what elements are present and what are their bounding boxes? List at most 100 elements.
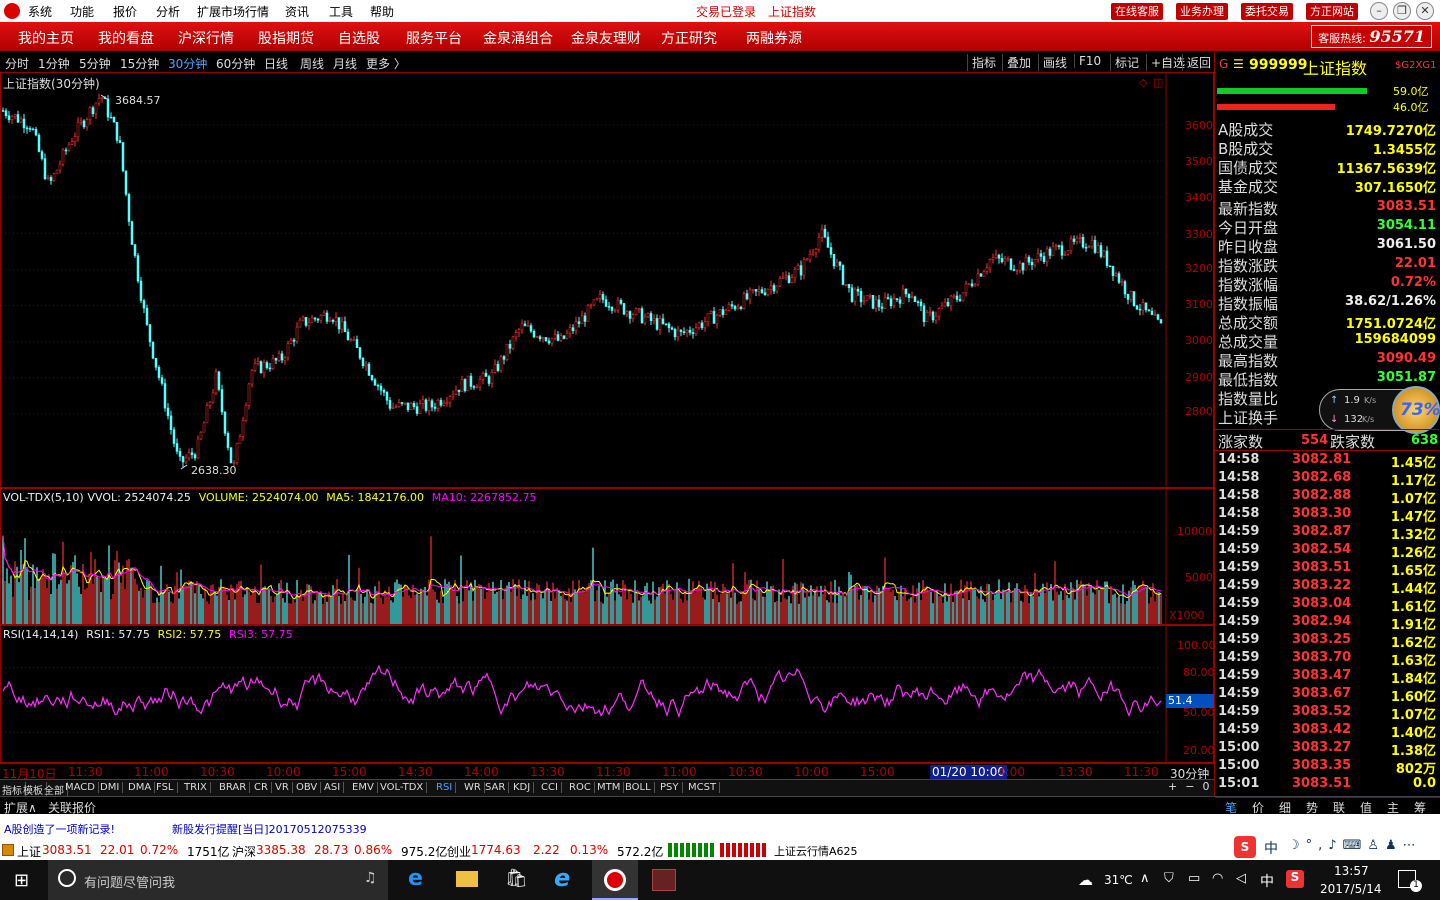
tick-row[interactable]: 14:58 3082.68 1.17亿 [1218,470,1438,489]
clock-time[interactable]: 13:57 [1334,864,1369,878]
indicator-tab[interactable]: DMI [100,782,124,793]
period-15min[interactable]: 15分钟 [120,55,159,72]
menu-tools[interactable]: 工具 [329,3,353,20]
nav-watchlist[interactable]: 自选股 [338,28,380,48]
indicator-tab[interactable]: VOL-TDX [380,782,428,793]
tray-expand-icon[interactable]: ∧ [1140,871,1150,886]
indicator-tab[interactable]: WR [464,782,485,793]
indicator-tab[interactable]: MCST [688,782,721,793]
net-speed-widget[interactable]: ↑ 1.9 K/s ↓ 132 K/s 73% [1319,386,1440,434]
indicator-tab[interactable]: VR [275,782,293,793]
indicator-tab[interactable]: KDJ [513,782,535,793]
period-tick[interactable]: 分时 [5,55,29,72]
tick-row[interactable]: 14:59 3082.94 1.91亿 [1218,614,1438,633]
sogou-tray-icon[interactable]: S [1286,870,1304,888]
tool-overlay[interactable]: 叠加 [1002,54,1031,71]
tick-row[interactable]: 14:59 3082.54 1.26亿 [1218,542,1438,561]
zoom-in-button[interactable]: + [1168,780,1177,793]
period-5min[interactable]: 5分钟 [79,55,111,72]
tick-row[interactable]: 14:59 3083.25 1.62亿 [1218,632,1438,651]
nav-portfolio[interactable]: 金泉涌组合 [483,28,553,48]
menu-help[interactable]: 帮助 [370,3,394,20]
indicator-tab[interactable]: MTM [597,782,625,793]
menu-function[interactable]: 功能 [70,3,94,20]
ime-lang[interactable]: 中 [1264,838,1278,858]
store-icon[interactable]: 🛍 [505,868,528,889]
app-window-icon[interactable] [652,869,676,891]
indicator-tab[interactable]: TRIX [184,782,211,793]
weather-icon[interactable]: ☁ [1078,871,1093,889]
period-daily[interactable]: 日线 [264,55,288,72]
menu-icon[interactable]: ☰ [1233,57,1244,71]
menu-news[interactable]: 资讯 [285,3,309,20]
tool-indicator[interactable]: 指标 [967,54,996,71]
tick-row[interactable]: 14:58 3083.30 1.47亿 [1218,506,1438,525]
menu-extended-market[interactable]: 扩展市场行情 [197,3,269,20]
tick-row[interactable]: 14:59 3083.70 1.63亿 [1218,650,1438,669]
security-header[interactable]: G ☰ 999999 上证指数 $G2XG1 [1217,54,1439,78]
indicator-tab[interactable]: SAR [485,782,510,793]
indicator-tab[interactable]: BRAR [219,782,251,793]
tool-mark[interactable]: 标记 [1110,54,1139,71]
ime-tools-icons[interactable]: ☽°,♪⌨♙♟⋯ [1288,838,1422,853]
indicator-tab[interactable]: MACD [65,782,99,793]
nav-watch[interactable]: 我的看盘 [98,28,154,48]
sogou-icon[interactable]: S [1234,836,1256,858]
menu-analysis[interactable]: 分析 [156,3,180,20]
volume-icon[interactable]: ◁ [1236,871,1246,886]
tick-row[interactable]: 14:59 3083.42 1.40亿 [1218,722,1438,741]
tick-row[interactable]: 14:59 3083.47 1.84亿 [1218,668,1438,687]
shield-icon[interactable]: ⛉ [1164,871,1174,886]
indicator-tab[interactable]: ASI [324,782,345,793]
tick-row[interactable]: 14:59 3083.22 1.44亿 [1218,578,1438,597]
tool-back[interactable]: 返回 [1182,54,1211,71]
hotline-badge[interactable]: 客服热线: 95571 [1311,25,1432,48]
news-left[interactable]: A股创造了一项新记录! [4,821,115,837]
tool-draw[interactable]: 画线 [1038,54,1067,71]
wifi-icon[interactable]: ◠ [1212,871,1223,886]
tick-row[interactable]: 14:59 3083.52 1.07亿 [1218,704,1438,723]
news-right[interactable]: 新股发行提醒[当日]20170512075339 [172,821,367,837]
tick-row[interactable]: 15:00 3083.27 1.38亿 [1218,740,1438,759]
indicator-tab[interactable]: FSL [156,782,178,793]
tick-row[interactable]: 15:01 3083.51 0.0 [1218,776,1438,794]
close-icon[interactable]: ✕ [1416,2,1434,20]
period-monthly[interactable]: 月线 [333,55,357,72]
indicator-tab[interactable]: BOLL [625,782,655,793]
tool-f10[interactable]: F10 [1074,54,1101,68]
ie-icon[interactable]: e [554,864,570,892]
network-icon[interactable]: ▭ [1188,871,1200,886]
file-explorer-icon[interactable] [456,871,478,887]
indicator-tab[interactable]: EMV [352,782,378,793]
tick-row[interactable]: 14:58 3082.88 1.07亿 [1218,488,1438,507]
nav-margin[interactable]: 两融券源 [746,28,802,48]
period-more[interactable]: 更多 〉 [366,55,406,72]
minimize-icon[interactable]: – [1370,2,1388,20]
clock-date[interactable]: 2017/5/14 [1320,882,1382,896]
rsi-panel[interactable]: RSI(14,14,14) RSI1: 57.75 RSI2: 57.75 RS… [0,625,1216,763]
nav-service[interactable]: 服务平台 [406,28,462,48]
indicator-tab[interactable]: ROC [569,782,595,793]
input-lang[interactable]: 中 [1260,871,1274,891]
nav-futures[interactable]: 股指期货 [258,28,314,48]
trade-button[interactable]: 委托交易 [1241,3,1293,20]
tick-row[interactable]: 14:58 3082.81 1.45亿 [1218,452,1438,471]
indicator-tab[interactable]: OBV [296,782,322,793]
restore-icon[interactable]: ❐ [1393,2,1411,20]
period-30min[interactable]: 30分钟 [168,55,207,72]
period-weekly[interactable]: 周线 [300,55,324,72]
website-button[interactable]: 方正网站 [1306,3,1358,20]
nav-finance[interactable]: 金泉友理财 [571,28,641,48]
windows-start-icon[interactable]: ⊞ [14,870,29,891]
period-1min[interactable]: 1分钟 [38,55,70,72]
tick-row[interactable]: 14:59 3083.04 1.61亿 [1218,596,1438,615]
menu-quote[interactable]: 报价 [113,3,137,20]
mic-icon[interactable]: ♫ [364,870,377,886]
business-button[interactable]: 业务办理 [1176,3,1228,20]
nav-market[interactable]: 沪深行情 [178,28,234,48]
cloud-status[interactable]: 上证云行情A625 [774,843,858,859]
nav-research[interactable]: 方正研究 [661,28,717,48]
indicator-tab[interactable]: CR [254,782,272,793]
indicator-tab[interactable]: DMA [128,782,156,793]
indicator-tab[interactable]: CCI [541,782,562,793]
